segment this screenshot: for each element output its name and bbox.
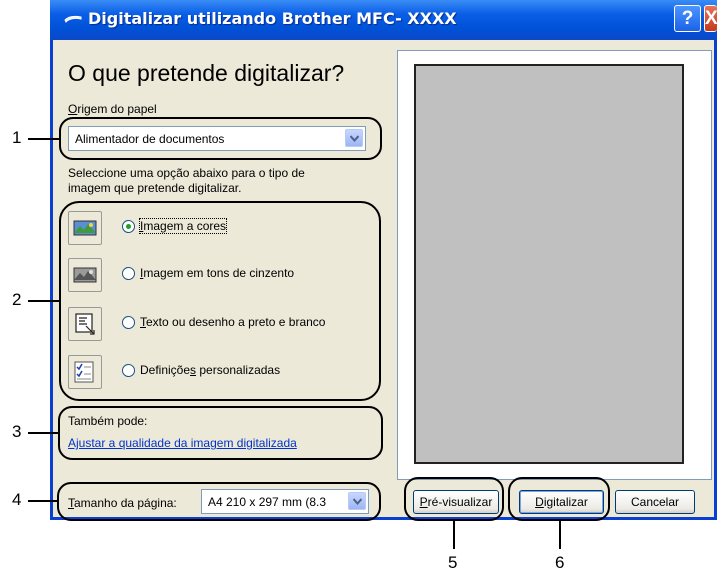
paper-source-label-text: rigem do papel	[77, 102, 157, 116]
callout-number-6: 6	[555, 553, 565, 572]
callout-oval-5	[404, 477, 504, 521]
instructions-line-2: imagem que pretende digitalizar.	[68, 181, 242, 195]
cancel-button[interactable]: Cancelar	[615, 490, 695, 514]
callout-oval-3	[58, 406, 383, 460]
paper-source-label: Origem do papel	[68, 102, 157, 116]
callout-leader-2	[28, 300, 59, 302]
callout-number-5: 5	[448, 553, 458, 572]
callout-leader-3	[28, 432, 58, 434]
close-button[interactable]: X	[704, 5, 717, 32]
callout-leader-6	[559, 521, 561, 549]
preview-page	[414, 64, 684, 464]
instructions-line-1: Seleccione uma opção abaixo para o tipo …	[68, 166, 305, 180]
callout-leader-4	[28, 500, 57, 502]
dialog-heading: O que pretende digitalizar?	[68, 60, 345, 86]
callout-oval-1	[59, 117, 382, 160]
help-button[interactable]: ?	[674, 5, 701, 32]
callout-leader-1	[28, 138, 59, 140]
callout-leader-5	[453, 521, 455, 549]
callout-number-1: 1	[12, 128, 22, 147]
callout-oval-2	[59, 201, 381, 401]
callout-oval-4	[57, 482, 381, 521]
callout-number-3: 3	[12, 422, 22, 441]
paper-source-label-access-key: O	[68, 102, 78, 116]
callout-number-2: 2	[12, 290, 22, 309]
callout-number-4: 4	[12, 490, 22, 509]
window-title: Digitalizar utilizando Brother MFC- XXXX	[88, 9, 457, 28]
scanner-app-icon	[64, 15, 82, 23]
callout-oval-6	[508, 477, 610, 521]
